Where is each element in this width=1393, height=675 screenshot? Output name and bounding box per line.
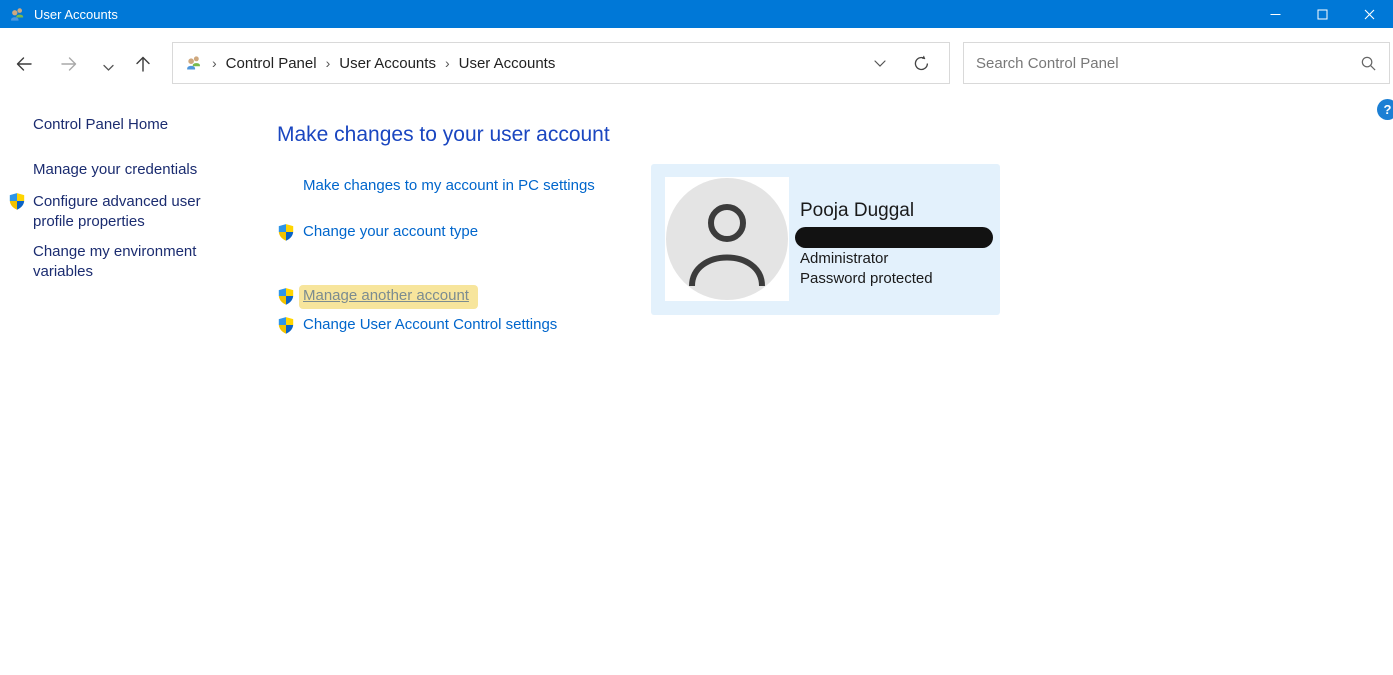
link-change-account-type[interactable]: Change your account type — [303, 223, 478, 240]
forward-button[interactable] — [57, 52, 81, 76]
sidebar-item-environment-variables[interactable]: Change my environment variables — [33, 242, 218, 282]
user-accounts-app-icon — [9, 6, 26, 23]
window-controls — [1252, 0, 1393, 28]
breadcrumb-control-panel[interactable]: Control Panel — [226, 55, 317, 72]
redacted-email-bar — [795, 227, 993, 248]
recent-pages-chevron-icon[interactable] — [96, 56, 120, 80]
task-row: Change User Account Control settings — [277, 316, 557, 340]
link-change-uac-settings[interactable]: Change User Account Control settings — [303, 316, 557, 333]
account-protection-status: Password protected — [800, 270, 933, 287]
maximize-button[interactable] — [1299, 0, 1346, 28]
breadcrumb-user-accounts[interactable]: User Accounts — [339, 55, 436, 72]
task-row: Manage another account — [277, 287, 478, 311]
breadcrumb-separator: › — [326, 55, 331, 71]
page-title: Make changes to your user account — [277, 123, 610, 147]
address-bar[interactable]: › Control Panel › User Accounts › User A… — [172, 42, 950, 84]
link-pc-settings[interactable]: Make changes to my account in PC setting… — [303, 177, 595, 194]
window-title: User Accounts — [34, 7, 118, 22]
sidebar-item-configure-profile[interactable]: Configure advanced user profile properti… — [33, 192, 218, 232]
search-input[interactable] — [976, 55, 1360, 72]
link-manage-another-account[interactable]: Manage another account — [303, 287, 469, 304]
up-button[interactable] — [131, 52, 155, 76]
minimize-button[interactable] — [1252, 0, 1299, 28]
back-button[interactable] — [12, 52, 36, 76]
uac-shield-icon — [277, 287, 295, 311]
help-icon[interactable]: ? — [1377, 99, 1393, 120]
sidebar-item-control-panel-home[interactable]: Control Panel Home — [33, 115, 218, 135]
avatar — [665, 177, 789, 301]
breadcrumb-users-icon — [185, 54, 203, 72]
search-icon[interactable] — [1360, 55, 1377, 72]
titlebar: User Accounts — [0, 0, 1393, 28]
uac-shield-icon — [277, 316, 295, 340]
navigation-bar: › Control Panel › User Accounts › User A… — [0, 28, 1393, 96]
breadcrumb-separator: › — [445, 55, 450, 71]
close-button[interactable] — [1346, 0, 1393, 28]
address-dropdown-chevron-icon[interactable] — [874, 59, 886, 68]
uac-shield-icon — [8, 192, 26, 216]
task-row: Make changes to my account in PC setting… — [303, 177, 595, 194]
sidebar-item-manage-credentials[interactable]: Manage your credentials — [33, 160, 218, 180]
uac-shield-icon — [277, 223, 295, 247]
refresh-icon[interactable] — [912, 54, 931, 73]
search-box[interactable] — [963, 42, 1390, 84]
account-card: Pooja Duggal Administrator Password prot… — [651, 164, 1000, 315]
content-area: Control Panel Home Manage your credentia… — [0, 96, 1393, 675]
breadcrumb-user-accounts-2[interactable]: User Accounts — [459, 55, 556, 72]
account-role: Administrator — [800, 250, 888, 267]
task-row: Change your account type — [277, 223, 478, 247]
account-name: Pooja Duggal — [800, 200, 914, 222]
highlight-annotation: Manage another account — [299, 285, 478, 309]
breadcrumb-separator: › — [212, 55, 217, 71]
